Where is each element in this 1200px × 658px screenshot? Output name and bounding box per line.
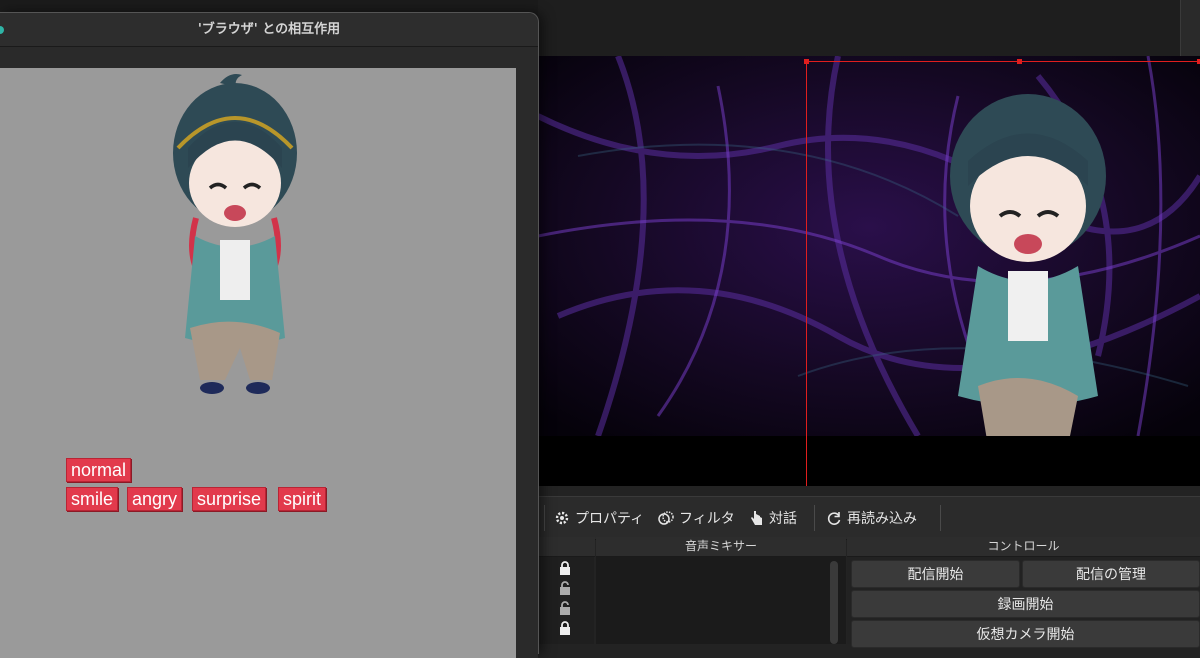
refresh-icon [827,512,841,525]
window-titlebar[interactable]: 'ブラウザ' との相互作用 [0,13,538,47]
reload-button[interactable]: 再読み込み [826,505,917,531]
toolbar-separator [814,505,815,531]
mixer-dock-title: 音声ミキサー [596,537,846,557]
expression-button-angry[interactable]: angry [127,487,183,511]
expression-button-spirit[interactable]: spirit [278,487,327,511]
sources-dock-title [538,537,595,557]
browser-interaction-window: 'ブラウザ' との相互作用 normal smile angry surpris… [0,12,539,658]
obs-title-area [538,0,1200,56]
hand-pointer-icon [751,511,762,525]
start-streaming-button[interactable]: 配信開始 [851,560,1020,588]
mixer-scrollbar[interactable] [830,561,838,644]
controls-panel: 配信開始 配信の管理 録画開始 仮想カメラ開始 [847,557,1200,648]
controls-dock-title: コントロール [847,537,1200,557]
unlock-icon[interactable] [558,581,572,595]
start-recording-button[interactable]: 録画開始 [851,590,1200,618]
gear-icon [555,511,569,525]
interact-button[interactable]: 対話 [750,505,797,531]
properties-button[interactable]: プロパティ [554,505,644,531]
sources-list[interactable] [538,557,594,644]
resize-handle-tl[interactable] [804,59,809,64]
toolbar-separator [544,505,545,531]
lock-icon[interactable] [558,621,572,635]
properties-label: プロパティ [575,511,645,527]
reload-label: 再読み込み [847,511,917,527]
audio-mixer-panel [596,557,846,644]
lock-icon[interactable] [558,561,572,575]
source-selection-box[interactable] [804,59,1200,486]
window-title: 'ブラウザ' との相互作用 [197,22,341,37]
filter-icon [658,511,674,525]
preview-canvas[interactable] [538,56,1200,486]
character-image [173,74,297,394]
browser-content[interactable]: normal smile angry surprise spirit [0,68,516,658]
filters-button[interactable]: フィルタ [658,505,735,531]
obs-side-tab[interactable] [1180,0,1200,56]
manage-broadcast-button[interactable]: 配信の管理 [1022,560,1200,588]
expression-button-smile[interactable]: smile [66,487,119,511]
source-toolbar: プロパティ フィルタ 対話 再読み込み [538,496,1200,540]
unlock-icon[interactable] [558,601,572,615]
interact-label: 対話 [769,511,797,527]
toolbar-separator [940,505,941,531]
filters-label: フィルタ [679,511,735,527]
expression-button-normal[interactable]: normal [66,458,132,482]
expression-button-surprise[interactable]: surprise [192,487,267,511]
resize-handle-top[interactable] [1017,59,1022,64]
window-side-gutter [516,68,538,658]
